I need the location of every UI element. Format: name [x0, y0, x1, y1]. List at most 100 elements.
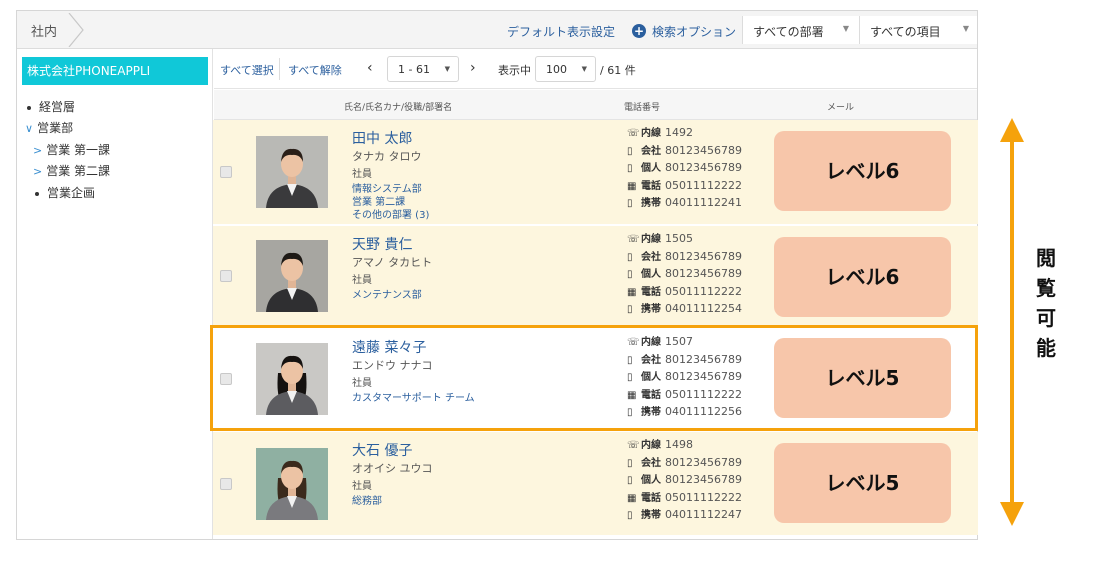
phone-label: 会社 — [641, 251, 661, 263]
phone-number: 80123456789 — [665, 455, 742, 469]
viewable-label-char: 可 — [1036, 306, 1056, 330]
phone-personal[interactable]: ▯ 個人 80123456789 — [627, 471, 742, 486]
phone-icon: ▯ — [627, 457, 633, 469]
department-filter-select[interactable]: すべての部署 ▼ — [742, 16, 859, 44]
phone-icon: ▯ — [627, 198, 633, 209]
list-toolbar: すべて選択 すべて解除 ‹ 1 - 61 ▼ › 表示中 100 ▼ / 61 … — [214, 49, 977, 89]
phone-company[interactable]: ▯ 会社 80123456789 — [627, 454, 742, 469]
item-filter-select[interactable]: すべての項目 ▼ — [859, 16, 977, 44]
page-range-select[interactable]: 1 - 61 ▼ — [387, 56, 459, 82]
phone-icon: ▦ — [627, 180, 637, 192]
chevron-down-icon: ▼ — [444, 65, 450, 73]
phone-label: 電話 — [641, 492, 661, 504]
phone-mobile[interactable]: ▯ 携帯 04011112241 — [627, 194, 742, 209]
phone-ext[interactable]: ☏内線 1498 — [627, 436, 693, 451]
phone-label: 会社 — [641, 145, 661, 157]
sidebar-company[interactable]: 株式会社PHONEAPPLI — [22, 57, 208, 85]
plus-circle-icon[interactable]: + — [632, 24, 646, 38]
row-checkbox[interactable] — [220, 166, 232, 178]
viewable-label-char: 覧 — [1036, 276, 1056, 300]
phone-mobile[interactable]: ▯ 携帯 04011112254 — [627, 300, 742, 315]
sidebar-item-sales-1[interactable]: > 営業 第一課 — [33, 141, 110, 158]
sidebar-item-label: 営業 第二課 — [46, 164, 111, 178]
phone-label: 個人 — [641, 475, 661, 486]
prev-page-icon[interactable]: ‹ — [367, 60, 373, 76]
contact-department[interactable]: メンテナンス部 — [352, 286, 422, 301]
person-icon — [256, 136, 328, 208]
chevron-right-icon[interactable]: > — [33, 165, 42, 178]
access-level-badge: レベル5 — [774, 442, 951, 523]
person-icon — [256, 240, 328, 312]
row-checkbox[interactable] — [220, 477, 232, 490]
showing-label: 表示中 — [498, 64, 531, 77]
phone-number: 04011112254 — [665, 302, 742, 315]
phone-company[interactable]: ▯ 会社 80123456789 — [627, 248, 742, 263]
phone-number: 05011112222 — [665, 490, 742, 504]
next-page-icon[interactable]: › — [470, 60, 476, 76]
sidebar-item-sales-2[interactable]: > 営業 第二課 — [33, 162, 110, 179]
contact-kana: オオイシ ユウコ — [352, 462, 433, 475]
sidebar-item-executives[interactable]: 経営層 — [27, 98, 75, 115]
sidebar-item-sales[interactable]: ∨ 営業部 — [25, 119, 73, 136]
search-options-link[interactable]: 検索オプション — [652, 23, 736, 40]
phone-icon: ▯ — [627, 251, 633, 263]
phone-number: 80123456789 — [665, 267, 742, 280]
phone-label: 電話 — [641, 180, 661, 192]
phone-number: 80123456789 — [665, 143, 742, 157]
phone-personal[interactable]: ▯ 個人 80123456789 — [627, 159, 742, 174]
col-mail: メール — [827, 103, 855, 113]
phone-icon: ▦ — [627, 286, 637, 298]
phone-number: 04011112241 — [665, 196, 742, 209]
phone-label: 内線 — [641, 440, 661, 451]
phone-company[interactable]: ▯ 会社 80123456789 — [627, 142, 742, 157]
chevron-down-icon[interactable]: ∨ — [25, 122, 33, 135]
contact-row[interactable]: 天野 貴仁 アマノ タカヒト 社員 メンテナンス部 ☏内線 1505 ▯ 会社 8012… — [213, 226, 978, 326]
contact-department[interactable]: その他の部署 (3) — [352, 206, 429, 221]
phone-label: 電話 — [641, 286, 661, 298]
deselect-all-link[interactable]: すべて解除 — [288, 62, 342, 78]
contact-name[interactable]: 田中 太郎 — [352, 128, 412, 148]
sidebar-item-sales-planning[interactable]: 営業企画 — [35, 184, 95, 201]
chevron-down-icon: ▼ — [842, 24, 849, 33]
breadcrumb[interactable]: 社内 — [17, 11, 87, 49]
phone-label: 内線 — [641, 234, 661, 245]
contact-name[interactable]: 大石 優子 — [352, 440, 412, 460]
phone-label: 個人 — [641, 163, 661, 174]
phone-label: 携帯 — [641, 304, 661, 315]
phone-icon: ▯ — [627, 304, 633, 315]
phone-mobile[interactable]: ▯ 携帯 04011112247 — [627, 506, 742, 521]
select-all-link[interactable]: すべて選択 — [220, 62, 274, 78]
phone-label: 携帯 — [641, 510, 661, 521]
phone-icon: ☏ — [627, 440, 640, 451]
phone-ext[interactable]: ☏内線 1492 — [627, 124, 693, 139]
bullet-icon — [27, 105, 31, 110]
contact-name[interactable]: 天野 貴仁 — [352, 234, 412, 254]
contact-row[interactable]: 田中 太郎 タナカ タロウ 社員 情報システム部 営業 第二課 その他の部署 (3)… — [213, 120, 978, 224]
per-page-select[interactable]: 100 ▼ — [535, 56, 596, 82]
contact-row[interactable]: 大石 優子 オオイシ ユウコ 社員 総務部 ☏内線 1498 ▯ 会社 80123456… — [213, 432, 978, 535]
top-bar: 社内 デフォルト表示設定 + 検索オプション すべての部署 ▼ すべての項目 ▼ — [17, 11, 977, 49]
phone-personal[interactable]: ▯ 個人 80123456789 — [627, 265, 742, 280]
viewable-label-char: 閲 — [1036, 246, 1056, 270]
row-checkbox[interactable] — [220, 270, 232, 282]
breadcrumb-label: 社内 — [31, 25, 58, 40]
contact-department[interactable]: 総務部 — [352, 492, 382, 507]
access-level-badge: レベル6 — [774, 131, 951, 211]
chevron-right-icon[interactable]: > — [33, 144, 42, 157]
phone-icon: ▯ — [627, 475, 633, 486]
item-filter-value: すべての項目 — [870, 25, 941, 39]
viewable-label-char: 能 — [1036, 336, 1056, 360]
sidebar-item-label: 営業部 — [37, 121, 74, 135]
avatar — [256, 136, 328, 208]
phone-number: 80123456789 — [665, 473, 742, 486]
phone-tel[interactable]: ▦ 電話 05011112222 — [627, 489, 742, 504]
double-arrow-icon — [1000, 118, 1024, 526]
phone-number: 80123456789 — [665, 161, 742, 174]
chevron-down-icon: ▼ — [962, 24, 969, 33]
phone-ext[interactable]: ☏内線 1505 — [627, 230, 693, 245]
per-page-value: 100 — [546, 63, 567, 76]
phone-label: 会社 — [641, 457, 661, 469]
phone-tel[interactable]: ▦ 電話 05011112222 — [627, 283, 742, 298]
default-display-settings-link[interactable]: デフォルト表示設定 — [507, 23, 615, 40]
phone-tel[interactable]: ▦ 電話 05011112222 — [627, 177, 742, 192]
